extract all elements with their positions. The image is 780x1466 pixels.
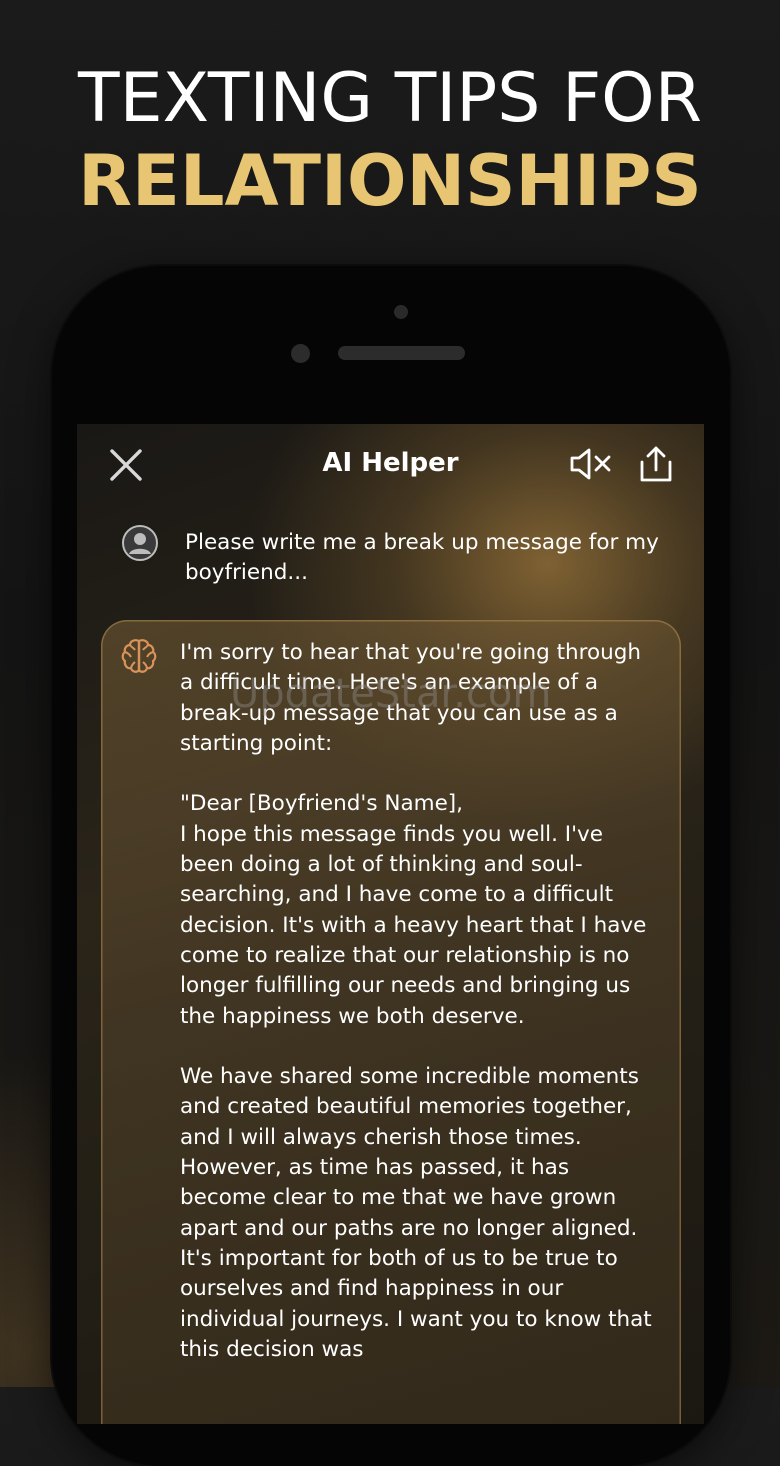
front-camera [291, 344, 310, 363]
share-icon [640, 446, 672, 482]
share-button[interactable] [637, 444, 675, 484]
user-message-text: Please write me a break up message for m… [185, 530, 659, 585]
app-screen: AI Helper Please write me a break up mes… [77, 424, 704, 1424]
ai-paragraph-1: I hope this message finds you well. I've… [180, 821, 647, 1029]
mute-button[interactable] [569, 446, 613, 482]
brain-icon [121, 639, 157, 673]
ai-intro: I'm sorry to hear that you're going thro… [180, 640, 642, 756]
ai-avatar [119, 636, 159, 676]
user-avatar [121, 524, 159, 562]
earpiece-speaker [338, 346, 465, 360]
promo-headline: TEXTING TIPS FOR RELATIONSHIPS [0, 58, 780, 222]
user-avatar-icon [122, 525, 158, 561]
ai-paragraph-2: We have shared some incredible moments a… [180, 1064, 652, 1362]
ai-response-card: I'm sorry to hear that you're going thro… [101, 620, 681, 1424]
top-bar: AI Helper [77, 424, 704, 504]
ai-salutation: "Dear [Boyfriend's Name], [180, 791, 464, 817]
proximity-sensor [394, 305, 408, 319]
speaker-mute-icon [570, 448, 611, 480]
ai-response-text: I'm sorry to hear that you're going thro… [180, 638, 655, 1365]
headline-line-2: RELATIONSHIPS [78, 140, 702, 222]
headline-line-1: TEXTING TIPS FOR [78, 59, 702, 138]
